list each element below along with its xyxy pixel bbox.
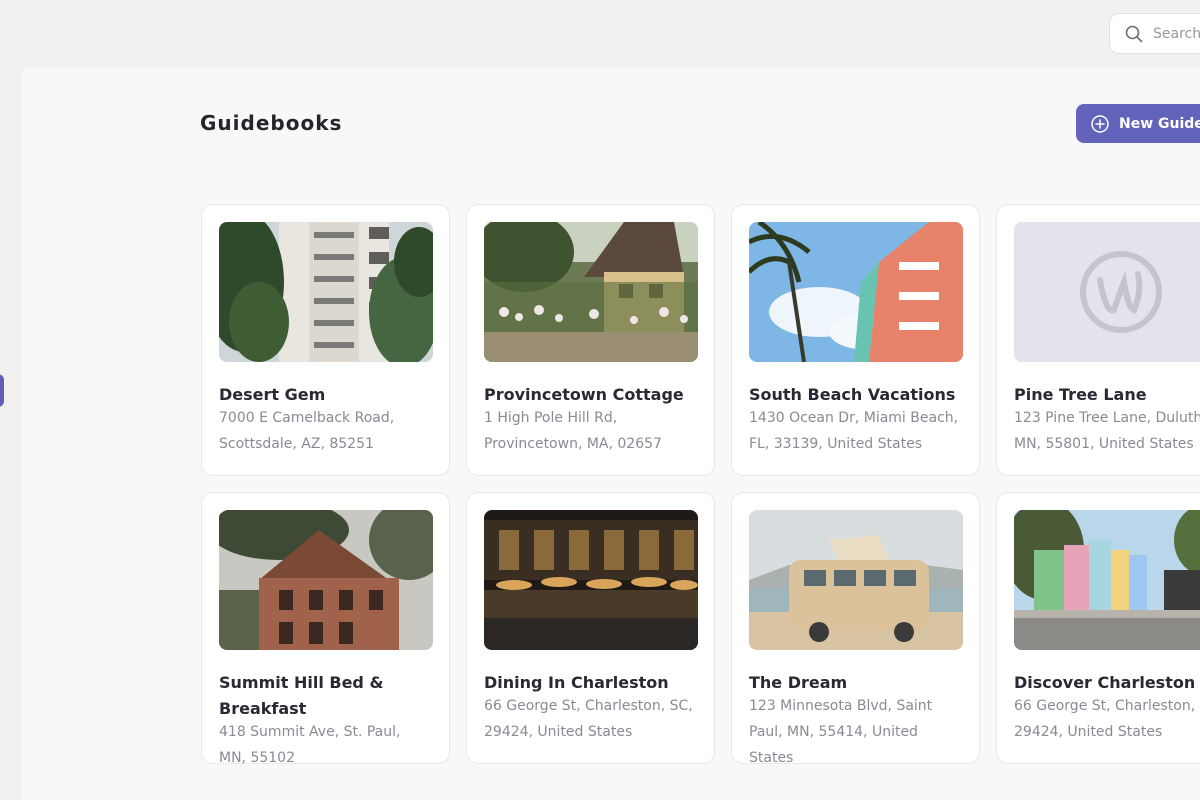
guidebook-card-the-dream[interactable]: The Dream 123 Minnesota Blvd, Saint Paul… bbox=[731, 492, 980, 766]
new-guidebook-label: New Guidebook bbox=[1119, 115, 1200, 132]
guidebook-name: Summit Hill Bed & Breakfast bbox=[219, 673, 384, 718]
guidebook-card-dining-in-charleston[interactable]: Dining In Charleston 66 George St, Charl… bbox=[466, 492, 715, 764]
page-title: Guidebooks bbox=[200, 111, 343, 135]
guidebook-thumbnail bbox=[1014, 222, 1200, 362]
guidebook-thumbnail bbox=[1014, 510, 1200, 650]
guidebook-address: 66 George St, Charleston, SC, 29424, Uni… bbox=[484, 698, 693, 740]
search-icon bbox=[1125, 25, 1143, 42]
guidebook-thumbnail bbox=[219, 510, 433, 650]
main-panel: Guidebooks New Guidebook bbox=[22, 68, 1200, 800]
guidebook-card-provincetown-cottage[interactable]: Provincetown Cottage 1 High Pole Hill Rd… bbox=[466, 204, 715, 476]
guidebook-card-discover-charleston[interactable]: Discover Charleston 66 George St, Charle… bbox=[996, 492, 1200, 764]
guidebook-address: 418 Summit Ave, St. Paul, MN, 55102 bbox=[219, 724, 401, 766]
guidebook-thumbnail bbox=[749, 510, 963, 650]
top-bar: Search bbox=[0, 0, 1200, 68]
guidebook-address: 66 George St, Charleston, SC, 29424, Uni… bbox=[1014, 698, 1200, 740]
guidebook-thumbnail bbox=[749, 222, 963, 362]
guidebook-card-desert-gem[interactable]: Desert Gem 7000 E Camelback Road, Scotts… bbox=[201, 204, 450, 476]
guidebook-thumbnail bbox=[484, 222, 698, 362]
guidebook-card-pine-tree-lane[interactable]: Pine Tree Lane 123 Pine Tree Lane, Dulut… bbox=[996, 204, 1200, 476]
search-input[interactable]: Search bbox=[1109, 13, 1200, 54]
search-placeholder: Search bbox=[1153, 25, 1200, 42]
new-guidebook-button[interactable]: New Guidebook bbox=[1076, 104, 1200, 143]
guidebook-thumbnail bbox=[219, 222, 433, 362]
guidebook-card-summit-hill[interactable]: Summit Hill Bed & Breakfast 418 Summit A… bbox=[201, 492, 450, 766]
plus-circle-icon bbox=[1091, 114, 1109, 133]
guidebook-thumbnail bbox=[484, 510, 698, 650]
guidebook-address: 123 Pine Tree Lane, Duluth, MN, 55801, U… bbox=[1014, 410, 1200, 452]
guidebook-card-south-beach-vacations[interactable]: South Beach Vacations 1430 Ocean Dr, Mia… bbox=[731, 204, 980, 476]
sidebar-active-indicator[interactable] bbox=[0, 374, 4, 407]
guidebook-address: 1 High Pole Hill Rd, Provincetown, MA, 0… bbox=[484, 410, 662, 452]
guidebook-address: 7000 E Camelback Road, Scottsdale, AZ, 8… bbox=[219, 410, 395, 452]
guidebook-address: 123 Minnesota Blvd, Saint Paul, MN, 5541… bbox=[749, 698, 933, 766]
guidebook-address: 1430 Ocean Dr, Miami Beach, FL, 33139, U… bbox=[749, 410, 959, 452]
placeholder-logo-icon bbox=[1014, 222, 1200, 362]
